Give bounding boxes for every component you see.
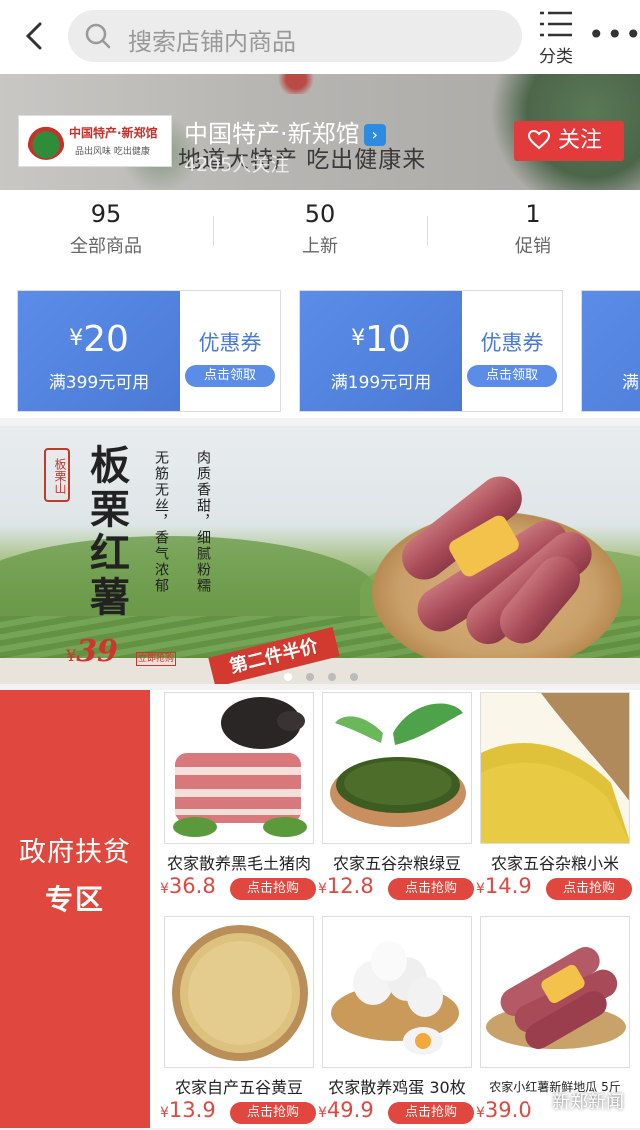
coupon-amount-box: ¥ 满9: [582, 291, 640, 411]
chevron-right-icon: ›: [363, 124, 386, 146]
coupon-amount: ¥10: [351, 319, 411, 360]
stat-label: 促销: [515, 236, 551, 257]
top-bar: 搜索店铺内商品 分类 •••: [0, 0, 640, 74]
banner-feature: 无筋无丝，香气浓郁: [153, 450, 169, 594]
carousel-indicator: [284, 666, 372, 681]
search-icon: [85, 23, 111, 49]
zone-subtitle: 专区: [44, 883, 105, 916]
banner-title: 板栗红薯: [83, 444, 130, 620]
product-name: 农家五谷杂粮小米: [490, 854, 619, 873]
stat-number: 1: [525, 200, 541, 228]
coupon-strip: ¥20 满399元可用 优惠券 点击领取 ¥10 满199元可用 优惠券 点击领…: [0, 272, 640, 418]
stat-promotions[interactable]: 1 促销: [463, 200, 603, 258]
more-menu-button[interactable]: •••: [588, 21, 640, 52]
buy-now-button[interactable]: 点击抢购: [546, 878, 632, 900]
poverty-relief-zone[interactable]: 政府扶贫 专区: [0, 690, 150, 1128]
coupon-condition: 满199元可用: [330, 373, 432, 393]
coupon-card[interactable]: ¥10 满199元可用 优惠券 点击领取: [299, 290, 563, 412]
coupon-condition: 满399元可用: [48, 373, 150, 393]
zone-title: 政府扶贫: [19, 837, 131, 868]
banner-feature: 肉质香甜，细腻粉糯: [195, 450, 211, 594]
stat-all-products[interactable]: 95 全部商品: [36, 200, 176, 258]
store-logo[interactable]: 中国特产·新郑馆 品出风味 吃出健康: [18, 115, 172, 167]
banner-decoration: [276, 74, 316, 94]
coupon-amount-box: ¥20 满399元可用: [18, 291, 180, 411]
brand-seal: 板栗山: [44, 448, 70, 502]
stat-label: 上新: [302, 236, 338, 257]
claim-coupon-button[interactable]: 点击领取: [185, 365, 275, 387]
follow-label: 关注: [558, 128, 603, 153]
divider: [213, 216, 214, 246]
product-price: ¥14.9: [476, 874, 532, 898]
banner-price: ¥39: [66, 634, 118, 669]
coupon-amount: ¥: [582, 319, 640, 360]
back-arrow-icon: [25, 22, 42, 50]
search-placeholder: 搜索店铺内商品: [128, 28, 296, 56]
product-name: 农家散养黑毛土猪肉: [166, 854, 311, 873]
buy-now-button[interactable]: 点击抢购: [388, 1102, 474, 1124]
product-image: [322, 916, 472, 1068]
coupon-amount: ¥20: [69, 319, 129, 360]
carousel-dot[interactable]: [284, 673, 292, 681]
product-image: [480, 692, 630, 844]
product-price: ¥49.9: [318, 1098, 374, 1122]
store-stats: 95 全部商品 50 上新 1 促销: [0, 190, 640, 272]
wechat-icon: [528, 1094, 548, 1110]
follower-count: 4205人关注: [184, 154, 290, 176]
carousel-dot[interactable]: [328, 673, 336, 681]
search-input[interactable]: 搜索店铺内商品: [68, 10, 522, 62]
category-label: 分类: [539, 47, 573, 67]
buy-now-button[interactable]: 立即抢购: [136, 652, 176, 666]
stat-number: 95: [90, 200, 122, 228]
product-price: ¥36.8: [160, 874, 216, 898]
list-icon: [540, 11, 572, 37]
logo-emblem-icon: [27, 122, 65, 160]
coupon-condition: 满9: [622, 373, 640, 393]
divider: [427, 216, 428, 246]
coupon-card[interactable]: ¥20 满399元可用 优惠券 点击领取: [17, 290, 281, 412]
product-image: [164, 692, 314, 844]
buy-now-button[interactable]: 点击抢购: [388, 878, 474, 900]
product-name: 农家散养鸡蛋 30枚: [328, 1078, 466, 1097]
promo-banner[interactable]: 板栗山 板栗红薯 无筋无丝，香气浓郁 肉质香甜，细腻粉糯 ¥39 立即抢购 第二…: [0, 426, 640, 684]
buy-now-button[interactable]: 点击抢购: [230, 1102, 316, 1124]
product-image: [322, 692, 472, 844]
back-button[interactable]: [18, 18, 54, 54]
claim-coupon-button[interactable]: 点击领取: [467, 365, 557, 387]
product-grid: 农家散养黑毛土猪肉 ¥36.8 点击抢购 农家五谷杂粮绿豆 ¥12.8 点击抢购: [150, 690, 640, 1128]
store-name[interactable]: 中国特产·新郑馆 ›: [184, 114, 386, 149]
product-card[interactable]: 农家五谷杂粮小米 ¥14.9 点击抢购: [468, 692, 632, 906]
product-price: ¥13.9: [160, 1098, 216, 1122]
product-image: [164, 916, 314, 1068]
carousel-dot[interactable]: [306, 673, 314, 681]
follow-button[interactable]: 关注: [514, 121, 624, 161]
product-card[interactable]: 农家五谷杂粮绿豆 ¥12.8 点击抢购: [310, 692, 474, 906]
store-banner: 中国特产·新郑馆 品出风味 吃出健康 地道大特产 吃出健康来 中国特产·新郑馆 ›…: [0, 74, 640, 190]
store-name-text: 中国特产·新郑馆: [184, 120, 360, 148]
product-price: ¥12.8: [318, 874, 374, 898]
product-card[interactable]: 农家散养鸡蛋 30枚 ¥49.9 点击抢购: [310, 916, 474, 1130]
coupon-label: 优惠券: [480, 331, 544, 355]
coupon-amount-box: ¥10 满199元可用: [300, 291, 462, 411]
stat-label: 全部商品: [70, 236, 142, 257]
heart-icon: [528, 130, 550, 150]
logo-subtitle: 品出风味 吃出健康: [75, 147, 150, 157]
product-image: [480, 916, 630, 1068]
stat-number: 50: [304, 200, 336, 228]
more-dots-icon: •••: [588, 18, 640, 51]
product-card[interactable]: 农家自产五谷黄豆 ¥13.9 点击抢购: [152, 916, 316, 1130]
product-card[interactable]: 农家散养黑毛土猪肉 ¥36.8 点击抢购: [152, 692, 316, 906]
category-button[interactable]: 分类: [536, 6, 576, 68]
product-price: ¥39.0: [476, 1098, 532, 1122]
product-name: 农家五谷杂粮绿豆: [332, 854, 461, 873]
buy-now-button[interactable]: 点击抢购: [230, 878, 316, 900]
coupon-card[interactable]: ¥ 满9: [581, 290, 640, 412]
product-name: 农家自产五谷黄豆: [174, 1078, 303, 1097]
logo-title: 中国特产·新郑馆: [69, 126, 158, 140]
watermark: 新郑新闻: [528, 1088, 624, 1114]
coupon-label: 优惠券: [198, 331, 262, 355]
stat-new-arrivals[interactable]: 50 上新: [250, 200, 390, 258]
carousel-dot[interactable]: [350, 673, 358, 681]
